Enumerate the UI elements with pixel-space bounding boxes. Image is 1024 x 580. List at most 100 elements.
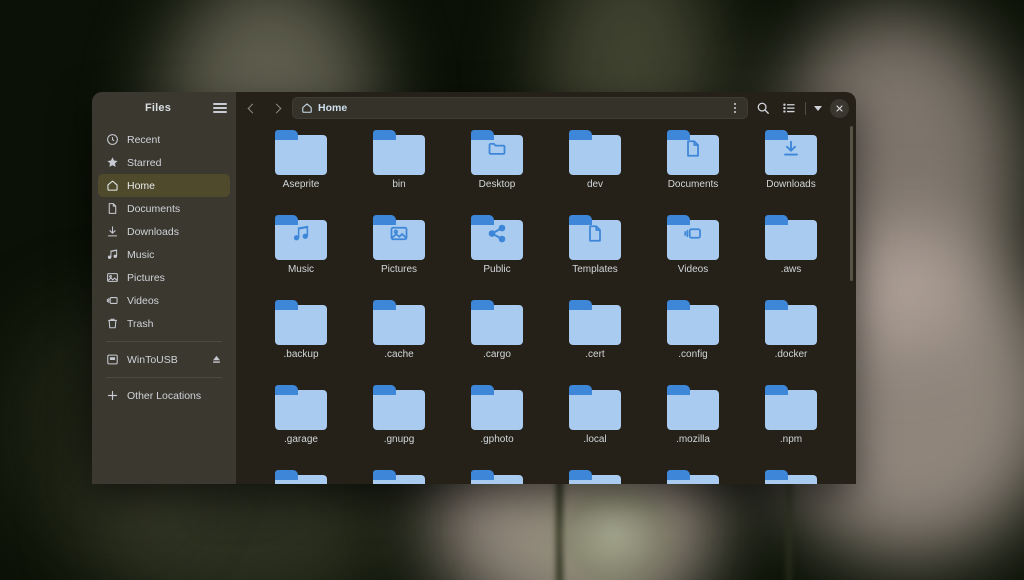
- file-item[interactable]: bin: [353, 130, 445, 215]
- file-name: .backup: [283, 349, 319, 360]
- path-bar[interactable]: Home: [292, 97, 748, 119]
- folder-icon: [765, 300, 817, 345]
- sidebar-item-videos[interactable]: Videos: [98, 289, 230, 312]
- app-title: Files: [144, 102, 172, 114]
- main-content: Home Aseprite bin Desktop dev Documents …: [236, 92, 856, 484]
- sidebar-item-label: Home: [127, 179, 156, 192]
- file-item[interactable]: .aws: [745, 215, 837, 300]
- file-item[interactable]: [255, 470, 347, 484]
- file-item[interactable]: [647, 470, 739, 484]
- folder-icon: [471, 215, 523, 260]
- file-item[interactable]: [549, 470, 641, 484]
- file-item[interactable]: .gnupg: [353, 385, 445, 470]
- star-icon: [107, 157, 118, 167]
- folder-icon: [471, 130, 523, 175]
- file-item[interactable]: .garage: [255, 385, 347, 470]
- file-item[interactable]: .npm: [745, 385, 837, 470]
- sidebar-item-downloads[interactable]: Downloads: [98, 220, 230, 243]
- sidebar-item-label: Other Locations: [127, 389, 202, 402]
- file-name: Music: [287, 264, 315, 275]
- sidebar-item-home[interactable]: Home: [98, 174, 230, 197]
- file-item[interactable]: [745, 470, 837, 484]
- file-item[interactable]: .local: [549, 385, 641, 470]
- file-grid: Aseprite bin Desktop dev Documents Downloads M…: [236, 124, 856, 484]
- music-emblem: [291, 224, 311, 249]
- folder-icon: [667, 215, 719, 260]
- file-name: .gphoto: [480, 434, 514, 445]
- file-item[interactable]: Music: [255, 215, 347, 300]
- file-item[interactable]: .gphoto: [451, 385, 543, 470]
- file-item[interactable]: Desktop: [451, 130, 543, 215]
- vertical-scrollbar[interactable]: [850, 126, 853, 281]
- view-options-button[interactable]: [811, 97, 825, 119]
- file-item[interactable]: Documents: [647, 130, 739, 215]
- file-name: .aws: [780, 264, 802, 275]
- folder-icon: [373, 130, 425, 175]
- folder-icon: [765, 130, 817, 175]
- file-item[interactable]: Pictures: [353, 215, 445, 300]
- file-item[interactable]: dev: [549, 130, 641, 215]
- sidebar-item-other-locations[interactable]: Other Locations: [98, 384, 230, 407]
- file-item[interactable]: [451, 470, 543, 484]
- folder-icon: [275, 470, 327, 484]
- chevron-right-icon: [271, 103, 281, 113]
- sidebar-item-trash[interactable]: Trash: [98, 312, 230, 335]
- search-button[interactable]: [752, 97, 774, 119]
- hamburger-icon[interactable]: [212, 100, 228, 116]
- folder-icon: [275, 385, 327, 430]
- home-icon: [107, 180, 118, 191]
- file-item[interactable]: .config: [647, 300, 739, 385]
- file-item[interactable]: .mozilla: [647, 385, 739, 470]
- view-mode-button[interactable]: [778, 97, 800, 119]
- file-item[interactable]: .cache: [353, 300, 445, 385]
- folder-icon: [667, 130, 719, 175]
- sidebar-item-label: WinToUSB: [127, 353, 178, 366]
- list-view-icon: [783, 103, 795, 113]
- folder-icon: [471, 385, 523, 430]
- file-item[interactable]: Templates: [549, 215, 641, 300]
- file-name: .cargo: [483, 349, 511, 360]
- sidebar-item-music[interactable]: Music: [98, 243, 230, 266]
- close-button[interactable]: [830, 98, 849, 118]
- file-item[interactable]: Public: [451, 215, 543, 300]
- sidebar-item-wintousb[interactable]: WinToUSB: [98, 348, 230, 371]
- video-emblem: [683, 224, 703, 249]
- sidebar-item-pictures[interactable]: Pictures: [98, 266, 230, 289]
- folder-icon: [667, 385, 719, 430]
- file-item[interactable]: .docker: [745, 300, 837, 385]
- vertical-dots-icon[interactable]: [728, 100, 742, 116]
- file-name: Downloads: [766, 179, 816, 190]
- trash-icon: [108, 318, 117, 329]
- back-button[interactable]: [240, 97, 262, 119]
- share-emblem: [487, 224, 507, 249]
- file-name: dev: [586, 179, 604, 190]
- forward-button[interactable]: [266, 97, 288, 119]
- file-item[interactable]: Aseprite: [255, 130, 347, 215]
- file-name: .mozilla: [676, 434, 710, 445]
- file-name: .docker: [774, 349, 808, 360]
- chevron-down-icon: [814, 105, 822, 111]
- folder-icon: [765, 215, 817, 260]
- file-item[interactable]: [353, 470, 445, 484]
- eject-icon[interactable]: [211, 354, 222, 365]
- dandelion-stem: [786, 480, 792, 580]
- folder-icon: [569, 385, 621, 430]
- sidebar-item-recent[interactable]: Recent: [98, 128, 230, 151]
- file-item[interactable]: Downloads: [745, 130, 837, 215]
- file-item[interactable]: .cargo: [451, 300, 543, 385]
- file-item[interactable]: .backup: [255, 300, 347, 385]
- sidebar-header: Files: [92, 92, 236, 124]
- folder-icon: [765, 385, 817, 430]
- folder-icon: [569, 130, 621, 175]
- file-name: .config: [678, 349, 708, 360]
- sidebar-item-documents[interactable]: Documents: [98, 197, 230, 220]
- folder-icon: [667, 470, 719, 484]
- file-item[interactable]: Videos: [647, 215, 739, 300]
- folder-icon: [471, 470, 523, 484]
- sidebar-item-label: Trash: [127, 317, 154, 330]
- folder-emblem: [487, 139, 507, 164]
- sidebar-item-starred[interactable]: Starred: [98, 151, 230, 174]
- folder-icon: [667, 300, 719, 345]
- folder-icon: [765, 470, 817, 484]
- file-item[interactable]: .cert: [549, 300, 641, 385]
